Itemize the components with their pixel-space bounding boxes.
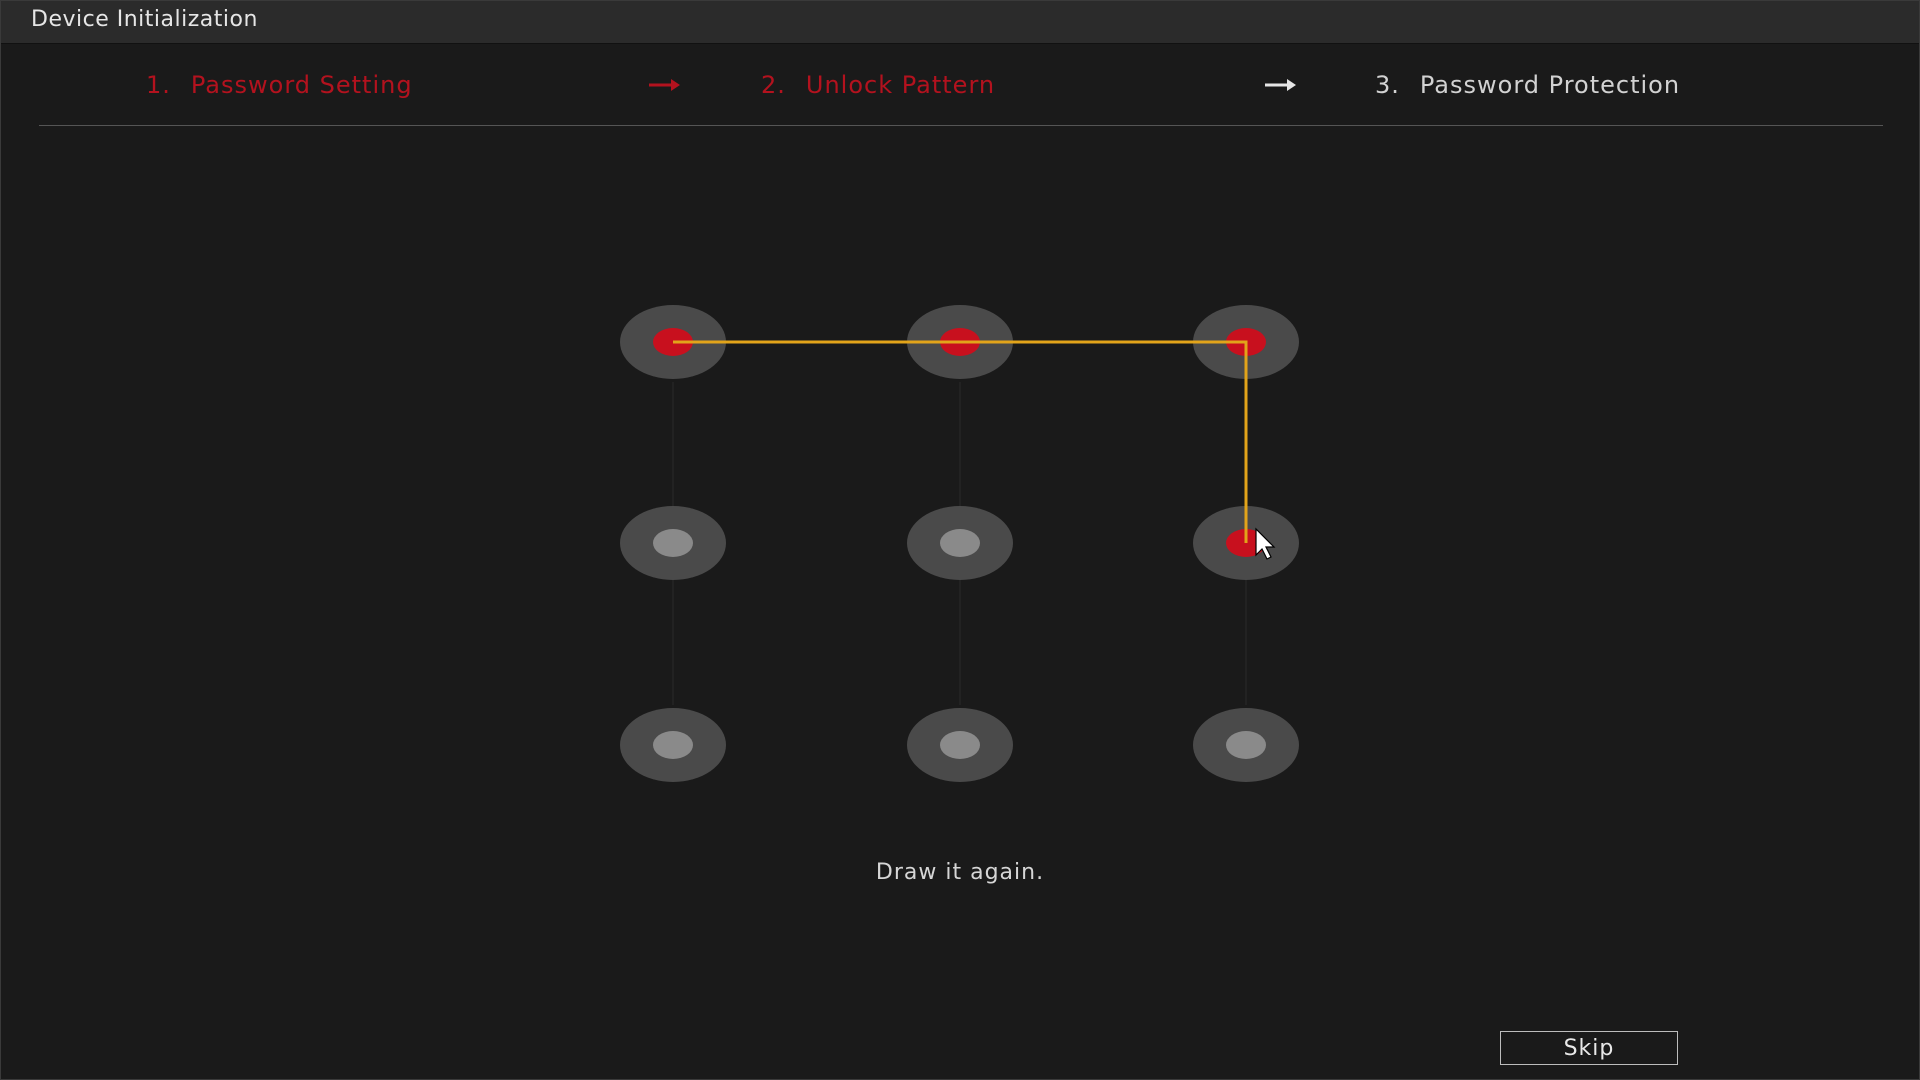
pattern-dot-9[interactable] xyxy=(1193,708,1299,782)
skip-button[interactable]: Skip xyxy=(1500,1031,1678,1065)
pattern-dot-5[interactable] xyxy=(907,506,1013,580)
pattern-dot-7[interactable] xyxy=(620,708,726,782)
pattern-dot-core xyxy=(1226,731,1266,759)
pattern-dot-core xyxy=(653,731,693,759)
unlock-pattern-grid[interactable] xyxy=(0,0,1920,1080)
instruction-text: Draw it again. xyxy=(875,860,1045,885)
pattern-dot-core xyxy=(940,731,980,759)
pattern-dot-8[interactable] xyxy=(907,708,1013,782)
pattern-dot-4[interactable] xyxy=(620,506,726,580)
pattern-dot-core xyxy=(653,529,693,557)
pattern-dot-core xyxy=(940,529,980,557)
